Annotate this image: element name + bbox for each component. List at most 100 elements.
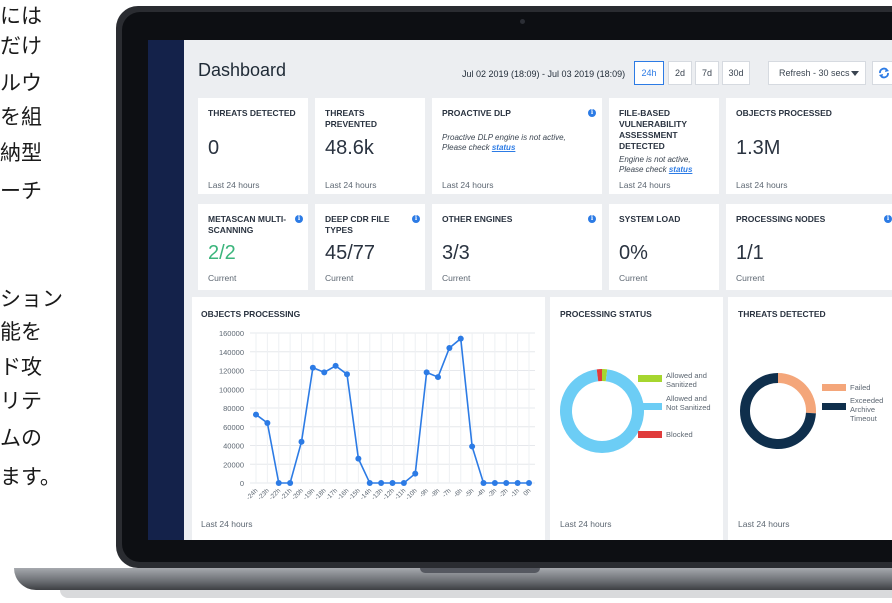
x-tick-label: -5h	[464, 487, 476, 499]
sidebar-nav[interactable]	[148, 40, 184, 540]
info-icon[interactable]: i	[588, 109, 596, 117]
legend-swatch-failed	[822, 384, 846, 391]
data-point	[378, 480, 385, 486]
card-threats-detected[interactable]: THREATS DETECTED 0 Last 24 hours	[198, 98, 308, 194]
range-30d-button[interactable]: 30d	[722, 61, 750, 85]
legend-label: Blocked	[666, 430, 693, 439]
x-tick-label: -11h	[393, 487, 407, 501]
legend-swatch-allowed-not-sanitized	[638, 403, 662, 410]
card-deep-cdr-file-types[interactable]: DEEP CDR FILE TYPES i 45/77 Current	[315, 204, 425, 290]
refresh-select[interactable]: Refresh - 30 secs	[768, 61, 866, 85]
x-tick-label: -6h	[453, 487, 465, 499]
card-title: DEEP CDR FILE TYPES	[325, 214, 390, 235]
y-tick-label: 60000	[223, 423, 244, 432]
threats-detected-donut[interactable]	[738, 371, 820, 453]
range-24h-button[interactable]: 24h	[634, 61, 664, 85]
card-footer: Current	[442, 273, 471, 283]
status-link[interactable]: status	[492, 143, 516, 152]
refresh-label: Refresh - 30 secs	[779, 68, 850, 78]
marketing-line: 能を	[0, 320, 42, 344]
data-point	[309, 364, 316, 371]
card-metascan-multiscanning[interactable]: METASCAN MULTI-SCANNING i 2/2 Current	[198, 204, 308, 290]
card-threats-prevented[interactable]: THREATS PREVENTED 48.6k Last 24 hours	[315, 98, 425, 194]
panel-title: PROCESSING STATUS	[560, 309, 652, 319]
range-7d-button[interactable]: 7d	[695, 61, 719, 85]
laptop-base-shadow	[60, 590, 892, 598]
data-point	[287, 480, 294, 486]
dashboard-header: Dashboard Jul 02 2019 (18:09) - Jul 03 2…	[184, 40, 892, 92]
card-footer: Last 24 hours	[736, 180, 788, 190]
marketing-line: ます。	[0, 465, 61, 489]
y-tick-label: 120000	[219, 367, 244, 376]
panel-footer: Last 24 hours	[560, 519, 612, 529]
card-value: 3/3	[442, 242, 470, 264]
legend-label: Allowed and Not Sanitized	[666, 394, 711, 412]
card-file-based-vulnerability[interactable]: FILE-BASED VULNERABILITY ASSESSMENT DETE…	[609, 98, 719, 194]
data-point	[435, 374, 441, 381]
x-tick-label: -2h	[498, 487, 510, 499]
data-point	[253, 411, 259, 418]
sync-button[interactable]	[872, 61, 892, 85]
data-point	[332, 362, 339, 369]
status-link[interactable]: status	[669, 165, 693, 174]
x-tick-label: -3h	[487, 487, 499, 499]
camera-icon	[520, 19, 525, 24]
card-system-load[interactable]: SYSTEM LOAD 0% Current	[609, 204, 719, 290]
data-point	[526, 480, 532, 486]
card-note: Engine is not active, Please check statu…	[619, 155, 714, 175]
marketing-line: リテ	[0, 389, 42, 413]
card-proactive-dlp[interactable]: PROACTIVE DLP i Proactive DLP engine is …	[432, 98, 602, 194]
card-note: Proactive DLP engine is not active, Plea…	[442, 133, 592, 153]
info-icon[interactable]: i	[412, 215, 420, 223]
marketing-line: を組	[0, 105, 42, 129]
y-tick-label: 100000	[219, 385, 244, 394]
card-objects-processed[interactable]: OBJECTS PROCESSED 1.3M Last 24 hours	[726, 98, 892, 194]
y-tick-label: 40000	[223, 442, 244, 451]
data-point	[514, 480, 521, 486]
info-icon[interactable]: i	[295, 215, 303, 223]
card-title: THREATS DETECTED	[208, 108, 296, 118]
data-point	[321, 369, 328, 376]
card-footer: Current	[208, 273, 237, 283]
data-point	[355, 455, 362, 462]
dashboard-content: Dashboard Jul 02 2019 (18:09) - Jul 03 2…	[184, 40, 892, 540]
y-tick-label: 140000	[219, 348, 244, 357]
card-processing-nodes[interactable]: PROCESSING NODES i 1/1 Current	[726, 204, 892, 290]
laptop-notch	[420, 568, 540, 573]
info-icon[interactable]: i	[588, 215, 596, 223]
y-tick-label: 80000	[223, 404, 244, 413]
info-icon[interactable]: i	[884, 215, 892, 223]
x-tick-label: -4h	[475, 487, 487, 499]
panel-threats-detected: THREATS DETECTED Failed Exceeded Archive…	[728, 297, 892, 540]
marketing-line: ルウ	[0, 71, 42, 95]
x-tick-label: -1h	[509, 487, 521, 499]
date-range[interactable]: Jul 02 2019 (18:09) - Jul 03 2019 (18:09…	[462, 69, 625, 79]
objects-processing-chart[interactable]: 160000 140000 120000 100000 80000 60000 40000 2…	[192, 323, 545, 533]
card-footer: Last 24 hours	[325, 180, 377, 190]
range-2d-button[interactable]: 2d	[668, 61, 692, 85]
x-tick-label: -8h	[430, 487, 442, 499]
card-other-engines[interactable]: OTHER ENGINES i 3/3 Current	[432, 204, 602, 290]
y-tick-label: 0	[240, 479, 244, 488]
card-value: 1/1	[736, 242, 764, 264]
y-tick-label: 20000	[223, 460, 244, 469]
donut-slice	[560, 369, 644, 453]
card-footer: Last 24 hours	[442, 180, 494, 190]
x-tick-label: -9h	[418, 487, 430, 499]
x-tick-label: -7h	[441, 487, 453, 499]
panel-title: THREATS DETECTED	[738, 309, 826, 319]
legend-label: Allowed and Sanitized	[666, 371, 707, 389]
card-title: THREATS PREVENTED	[325, 108, 377, 129]
sync-icon	[879, 67, 889, 79]
processing-status-donut[interactable]	[558, 367, 648, 457]
data-point	[423, 369, 430, 376]
panel-footer: Last 24 hours	[738, 519, 790, 529]
marketing-line: だけ	[0, 34, 42, 58]
card-title: OBJECTS PROCESSED	[736, 108, 832, 118]
marketing-line: ド攻	[0, 355, 42, 379]
data-point	[400, 480, 407, 486]
x-tick-label: -10h	[405, 487, 419, 501]
y-tick-label: 160000	[219, 329, 244, 338]
data-point	[469, 443, 476, 450]
data-point	[344, 371, 350, 378]
